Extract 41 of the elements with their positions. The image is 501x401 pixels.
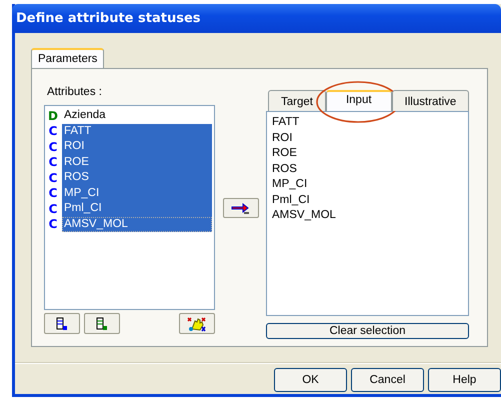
- clear-selection-button[interactable]: Clear selection: [266, 323, 469, 339]
- dialog-button[interactable]: Help: [428, 368, 501, 392]
- list-item[interactable]: ROI: [62, 139, 212, 154]
- list-item[interactable]: ROS: [62, 170, 212, 186]
- arrow-icon: [230, 201, 250, 215]
- list-item[interactable]: ROE: [62, 154, 212, 170]
- list-item[interactable]: MP_CI: [62, 186, 212, 201]
- tab[interactable]: Target: [268, 90, 326, 111]
- type-mark: C: [48, 186, 58, 200]
- list-item[interactable]: AMSV_MOL: [62, 216, 212, 232]
- tab[interactable]: Parameters: [31, 48, 104, 68]
- list-item[interactable]: ROE: [272, 146, 463, 162]
- type-mark: C: [48, 124, 58, 138]
- attributes-label: Attributes :: [46, 86, 103, 100]
- table-icon: [96, 316, 108, 330]
- list-item[interactable]: AMSV_MOL: [272, 208, 463, 224]
- list-item[interactable]: Pml_CI: [272, 192, 463, 208]
- list-item[interactable]: FATT: [272, 115, 463, 130]
- move-button[interactable]: [222, 198, 258, 218]
- tab[interactable]: Illustrative: [392, 90, 470, 111]
- type-mark: C: [48, 217, 58, 232]
- tab[interactable]: Input: [326, 90, 392, 111]
- list-item[interactable]: MP_CI: [272, 177, 463, 192]
- type-mark: C: [48, 202, 58, 216]
- select-button[interactable]: [179, 313, 215, 334]
- list-item[interactable]: Azienda: [62, 108, 212, 124]
- type-mark: C: [48, 155, 58, 170]
- list-item[interactable]: FATT: [62, 124, 212, 139]
- window-title: Define attribute statuses: [16, 11, 201, 26]
- table-icon: [56, 316, 68, 330]
- type-mark: C: [48, 140, 58, 154]
- type-mark: C: [48, 170, 58, 185]
- dialog-button[interactable]: Cancel: [351, 368, 424, 392]
- add-d-button[interactable]: [84, 313, 120, 334]
- type-mark: D: [47, 108, 59, 123]
- list-item[interactable]: ROI: [272, 130, 463, 146]
- list-item[interactable]: Pml_CI: [62, 201, 212, 216]
- dialog-button[interactable]: OK: [274, 368, 347, 392]
- hand-icon: [187, 316, 207, 332]
- add-c-button[interactable]: [44, 313, 80, 334]
- list-item[interactable]: ROS: [272, 162, 463, 177]
